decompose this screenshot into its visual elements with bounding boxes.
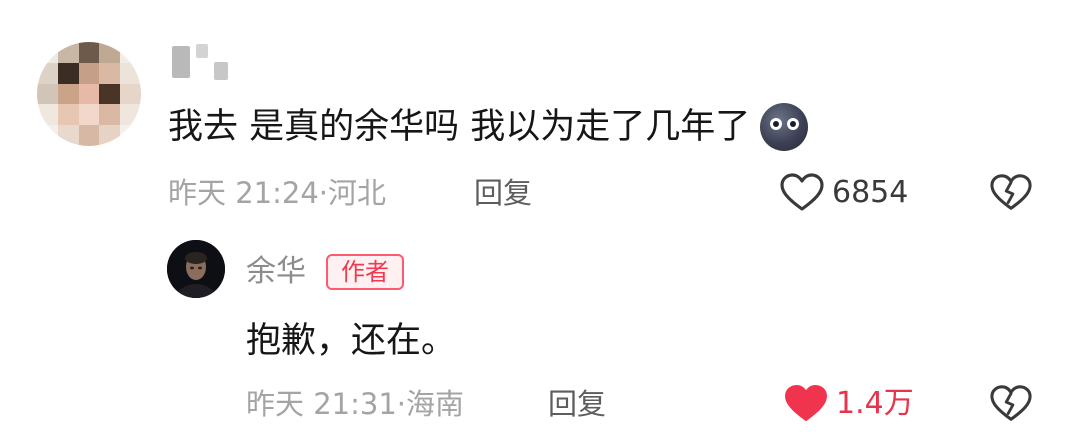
broken-heart-dislike-icon[interactable] (990, 172, 1032, 214)
reply-text: 抱歉，还在。 (246, 321, 457, 361)
reply-meta: 昨天 21:31·海南 (246, 384, 464, 424)
author-badge: 作者 (326, 254, 404, 290)
comment-location: 河北 (328, 176, 387, 210)
author-name[interactable]: 余华 (246, 252, 306, 292)
meta-separator: · (396, 387, 407, 421)
author-avatar[interactable] (167, 240, 225, 298)
comment-like-count: 6854 (832, 175, 909, 210)
comment-meta: 昨天 21:24·河北 (168, 173, 386, 213)
reply-location: 海南 (406, 387, 465, 421)
comment-reply-button[interactable]: 回复 (474, 173, 532, 213)
dizzy-face-emoji-icon (760, 103, 809, 151)
author-portrait-image (167, 240, 225, 298)
broken-heart-dislike-icon[interactable] (990, 383, 1032, 425)
commenter-avatar[interactable] (37, 42, 141, 146)
reply-like-button[interactable]: 1.4万 (784, 382, 914, 426)
reply-time: 昨天 21:31 (246, 387, 397, 421)
comment-time: 昨天 21:24 (168, 176, 319, 210)
reply-like-count: 1.4万 (836, 386, 914, 421)
comment-like-button[interactable]: 6854 (780, 171, 908, 215)
commenter-name-redacted[interactable] (172, 44, 234, 80)
comment-text: 我去 是真的余华吗 我以为走了几年了 (168, 107, 751, 147)
heart-outline-icon (780, 173, 824, 211)
comment-body: 我去 是真的余华吗 我以为走了几年了 (168, 100, 809, 154)
heart-filled-icon (785, 385, 827, 421)
meta-separator: · (318, 176, 329, 210)
comment-thread: 我去 是真的余华吗 我以为走了几年了 昨天 21:24·河北 回复 6854 余… (0, 0, 1080, 441)
reply-reply-button[interactable]: 回复 (548, 384, 606, 424)
